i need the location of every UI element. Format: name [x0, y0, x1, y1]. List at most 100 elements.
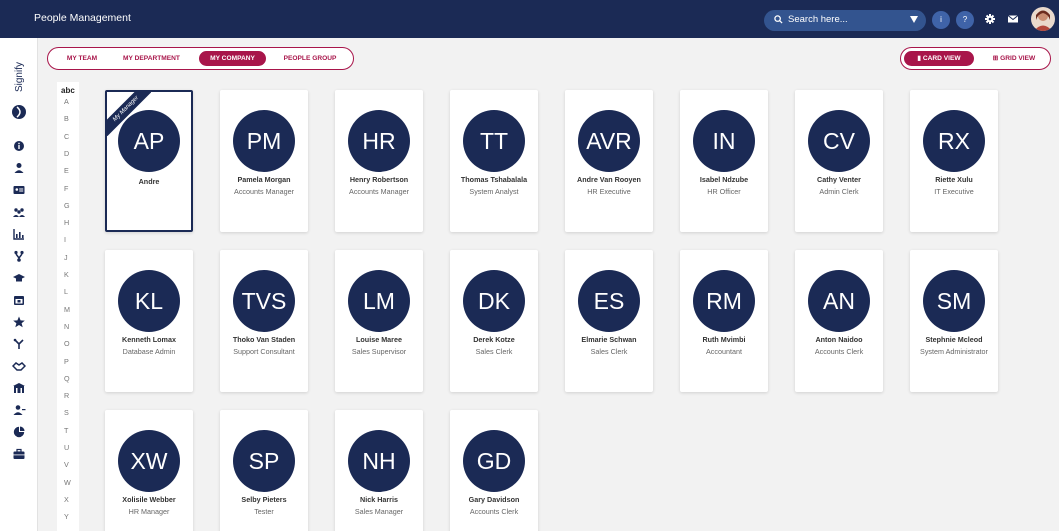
- alphabet-letter-v[interactable]: V: [64, 460, 69, 469]
- org-icon[interactable]: [12, 249, 26, 263]
- alphabet-letter-r[interactable]: R: [64, 391, 69, 400]
- grid-icon: ⊞: [992, 55, 1001, 62]
- alphabet-letter-t[interactable]: T: [64, 426, 68, 435]
- alphabet-letter-x[interactable]: X: [64, 495, 69, 504]
- alphabet-letter-d[interactable]: D: [64, 149, 69, 158]
- alphabet-letter-a[interactable]: A: [64, 97, 69, 106]
- alphabet-letter-j[interactable]: J: [64, 253, 68, 262]
- help-button[interactable]: ?: [956, 11, 974, 29]
- person-avatar: SP: [233, 430, 295, 492]
- search-input[interactable]: Search here...: [788, 14, 848, 25]
- person-role: Sales Manager: [354, 507, 404, 516]
- person-role: Accountant: [706, 347, 742, 356]
- person-role: Support Consultant: [233, 347, 295, 356]
- person-role: Sales Supervisor: [351, 347, 407, 356]
- mail-icon[interactable]: [1006, 12, 1020, 26]
- person-card[interactable]: DK Derek Kotze Sales Clerk: [450, 250, 538, 392]
- person-name: Pamela Morgan: [237, 175, 291, 184]
- alphabet-letter-f[interactable]: F: [64, 184, 68, 193]
- person-icon[interactable]: [12, 161, 26, 175]
- person-card[interactable]: IN Isabel Ndzube HR Officer: [680, 90, 768, 232]
- top-bar: People Management Search here... i ?: [0, 0, 1059, 38]
- pie-chart-icon[interactable]: [12, 425, 26, 439]
- info-button[interactable]: i: [932, 11, 950, 29]
- alphabet-letter-g[interactable]: G: [64, 201, 70, 210]
- person-card[interactable]: NH Nick Harris Sales Manager: [335, 410, 423, 531]
- tab-my-department[interactable]: MY DEPARTMENT: [113, 51, 190, 66]
- search-bar[interactable]: Search here...: [764, 10, 926, 31]
- merge-icon[interactable]: [12, 337, 26, 351]
- tab-my-team[interactable]: MY TEAM: [59, 51, 105, 66]
- info-icon[interactable]: [12, 139, 26, 153]
- person-role: Accounts Manager: [349, 187, 409, 196]
- person-role: System Administrator: [920, 347, 988, 356]
- person-role: Tester: [254, 507, 274, 516]
- person-avatar: CV: [808, 110, 870, 172]
- graduation-cap-icon[interactable]: [12, 271, 26, 285]
- person-card[interactable]: LM Louise Maree Sales Supervisor: [335, 250, 423, 392]
- tab-people-group[interactable]: PEOPLE GROUP: [275, 51, 345, 66]
- person-avatar: RX: [923, 110, 985, 172]
- person-role: Admin Clerk: [819, 187, 859, 196]
- alphabet-letter-y[interactable]: Y: [64, 512, 69, 521]
- person-avatar: PM: [233, 110, 295, 172]
- team-icon[interactable]: [12, 205, 26, 219]
- chart-icon[interactable]: [12, 227, 26, 241]
- person-avatar: TVS: [233, 270, 295, 332]
- person-card[interactable]: KL Kenneth Lomax Database Admin: [105, 250, 193, 392]
- alphabet-letter-o[interactable]: O: [64, 339, 70, 348]
- building-icon[interactable]: [12, 381, 26, 395]
- person-card[interactable]: RM Ruth Mvimbi Accountant: [680, 250, 768, 392]
- person-card[interactable]: RX Riette Xulu IT Executive: [910, 90, 998, 232]
- alphabet-letter-c[interactable]: C: [64, 132, 69, 141]
- alphabet-letter-q[interactable]: Q: [64, 374, 70, 383]
- add-person-icon[interactable]: [12, 403, 26, 417]
- person-name: Andre: [138, 177, 160, 186]
- gear-icon[interactable]: [983, 12, 997, 26]
- calendar-icon[interactable]: [12, 293, 26, 307]
- person-card[interactable]: HR Henry Robertson Accounts Manager: [335, 90, 423, 232]
- alphabet-letter-l[interactable]: L: [64, 287, 68, 296]
- person-role: HR Executive: [587, 187, 631, 196]
- user-avatar[interactable]: [1031, 7, 1055, 31]
- handshake-icon[interactable]: [12, 359, 26, 373]
- person-card[interactable]: AN Anton Naidoo Accounts Clerk: [795, 250, 883, 392]
- person-card[interactable]: TVS Thoko Van Staden Support Consultant: [220, 250, 308, 392]
- alphabet-letter-i[interactable]: I: [64, 235, 66, 244]
- briefcase-icon[interactable]: [12, 447, 26, 461]
- alphabet-letter-b[interactable]: B: [64, 114, 69, 123]
- alphabet-letter-n[interactable]: N: [64, 322, 69, 331]
- person-card[interactable]: SP Selby Pieters Tester: [220, 410, 308, 531]
- person-card[interactable]: XW Xolisile Webber HR Manager: [105, 410, 193, 531]
- person-name: Riette Xulu: [935, 175, 973, 184]
- person-avatar: LM: [348, 270, 410, 332]
- person-avatar: HR: [348, 110, 410, 172]
- person-role: Accounts Clerk: [469, 507, 519, 516]
- id-card-icon[interactable]: [12, 183, 26, 197]
- grid-view-button[interactable]: ⊞ GRID VIEW: [981, 51, 1047, 66]
- person-card[interactable]: GD Gary Davidson Accounts Clerk: [450, 410, 538, 531]
- filter-icon[interactable]: [910, 16, 918, 23]
- person-card[interactable]: My Manager AP Andre: [105, 90, 193, 232]
- star-icon[interactable]: [12, 315, 26, 329]
- person-card[interactable]: PM Pamela Morgan Accounts Manager: [220, 90, 308, 232]
- person-card[interactable]: TT Thomas Tshabalala System Analyst: [450, 90, 538, 232]
- person-name: Nick Harris: [360, 495, 398, 504]
- alphabet-header: abc: [61, 86, 75, 95]
- person-card[interactable]: AVR Andre Van Rooyen HR Executive: [565, 90, 653, 232]
- alphabet-letter-p[interactable]: P: [64, 357, 69, 366]
- alphabet-letter-e[interactable]: E: [64, 166, 69, 175]
- person-card[interactable]: CV Cathy Venter Admin Clerk: [795, 90, 883, 232]
- alphabet-letter-u[interactable]: U: [64, 443, 69, 452]
- alphabet-letter-m[interactable]: M: [64, 305, 70, 314]
- alphabet-letter-k[interactable]: K: [64, 270, 69, 279]
- search-icon: [774, 15, 783, 24]
- card-view-button[interactable]: ▮ CARD VIEW: [904, 51, 974, 66]
- alphabet-letter-s[interactable]: S: [64, 408, 69, 417]
- person-card[interactable]: SM Stephnie Mcleod System Administrator: [910, 250, 998, 392]
- alphabet-letter-h[interactable]: H: [64, 218, 69, 227]
- tab-my-company[interactable]: MY COMPANY: [199, 51, 266, 66]
- person-card[interactable]: ES Elmarie Schwan Sales Clerk: [565, 250, 653, 392]
- person-avatar: NH: [348, 430, 410, 492]
- alphabet-letter-w[interactable]: W: [64, 478, 71, 487]
